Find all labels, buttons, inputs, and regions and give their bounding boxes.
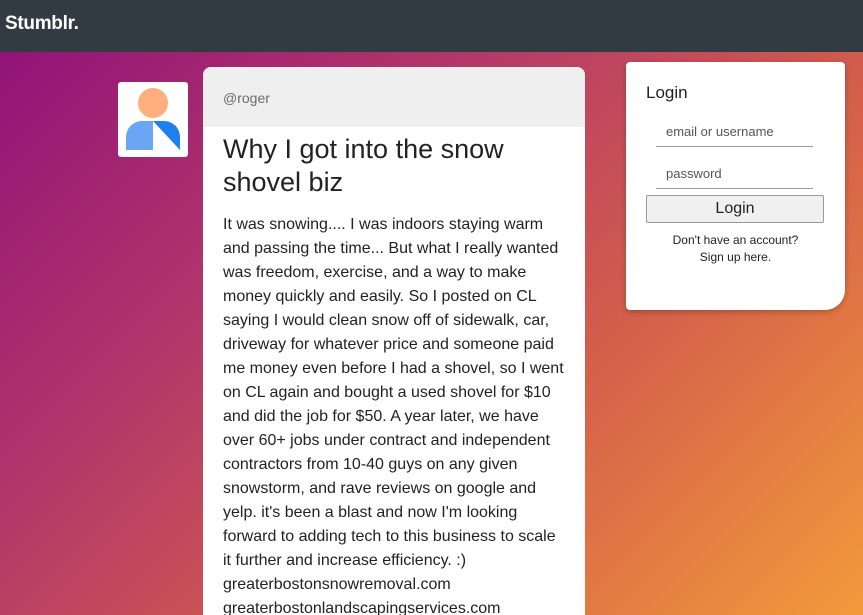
post-title: Why I got into the snow shovel biz (223, 134, 504, 197)
post-link-snow-removal[interactable]: greaterbostonsnowremoval.com (223, 576, 451, 593)
login-button[interactable]: Login (646, 195, 824, 223)
signup-prompt: Don't have an account? Sign up here. (626, 232, 845, 266)
login-panel: Login Login Don't have an account? Sign … (626, 62, 845, 310)
post-link-landscaping[interactable]: greaterbostonlandscapingservices.com (223, 600, 500, 615)
signup-link[interactable]: Sign up here. (700, 250, 771, 264)
author-avatar[interactable] (118, 82, 188, 157)
login-title: Login (646, 83, 688, 102)
username-input[interactable] (656, 117, 813, 147)
user-avatar-icon (126, 88, 180, 150)
post-card: @roger Why I got into the snow shovel bi… (203, 67, 585, 615)
brand-logo[interactable]: Stumblr. (5, 13, 79, 35)
post-text: It was snowing.... I was indoors staying… (223, 213, 565, 615)
post-header: @roger (203, 67, 585, 127)
signup-question: Don't have an account? (672, 233, 799, 247)
post-body: Why I got into the snow shovel biz It wa… (203, 127, 585, 615)
top-navbar: Stumblr. (0, 0, 863, 52)
post-content: It was snowing.... I was indoors staying… (223, 216, 564, 569)
password-input[interactable] (656, 159, 813, 189)
post-author-handle[interactable]: @roger (223, 90, 270, 106)
